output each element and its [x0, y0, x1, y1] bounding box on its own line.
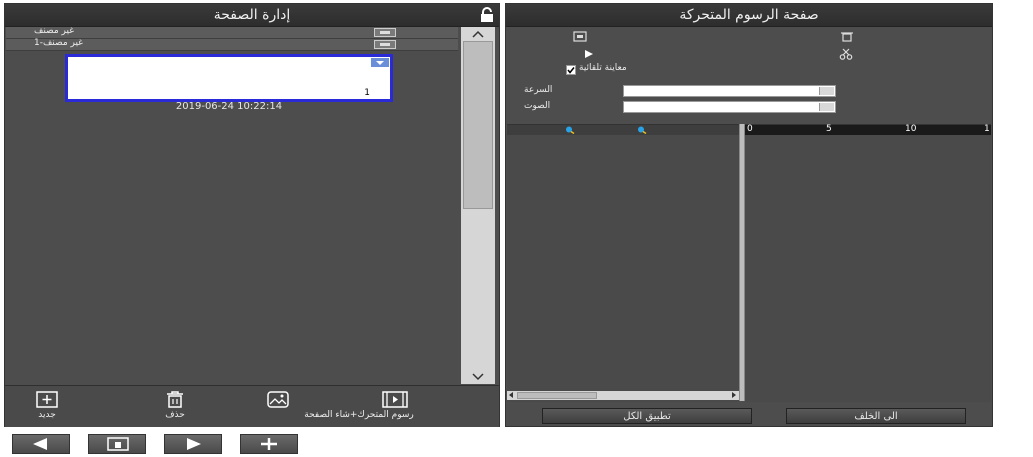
- page-thumbnail[interactable]: 1: [65, 54, 393, 102]
- scroll-down-icon[interactable]: [472, 373, 484, 381]
- apply-all-button[interactable]: تطبيق الكل: [542, 408, 752, 424]
- animation-list-pane: [507, 124, 739, 402]
- scroll-up-icon[interactable]: [472, 30, 484, 38]
- animation-panel: صفحة الرسوم المتحركة معاينة تلقائية السر…: [505, 3, 993, 427]
- right-arrow-icon: [187, 438, 201, 450]
- animation-panel-titlebar: صفحة الرسوم المتحركة: [506, 4, 992, 27]
- timeline-tick: 1: [984, 124, 990, 134]
- checkmark-icon: [567, 67, 575, 74]
- page-manager-toolbar: جديد حذف رسوم المتحرك+شاء الصفحة: [5, 385, 499, 427]
- left-arrow-icon: [33, 438, 47, 450]
- apply-all-label: تطبيق الكل: [623, 411, 671, 422]
- trash-icon[interactable]: [840, 31, 854, 42]
- previous-page-button[interactable]: [12, 434, 70, 454]
- scrollbar-thumb[interactable]: [463, 41, 493, 209]
- new-page-button[interactable]: جديد: [27, 388, 67, 424]
- plus-icon: [261, 438, 277, 450]
- delete-page-button[interactable]: حذف: [155, 388, 195, 424]
- page-icon: [107, 437, 129, 451]
- scrollbar-thumb[interactable]: [517, 392, 597, 399]
- animation-list-hscrollbar[interactable]: [507, 391, 739, 400]
- page-list: غير مصنف غير مصنف-1 1 2019-06-24 10:22:1…: [6, 26, 458, 382]
- group-row-uncategorized-1[interactable]: غير مصنف-1: [6, 38, 458, 51]
- timeline-tick: 0: [747, 124, 753, 134]
- zoom-out-icon[interactable]: [637, 126, 647, 134]
- move-back-button[interactable]: الى الخلف: [786, 408, 966, 424]
- sound-label: الصوت: [524, 101, 551, 111]
- filmstrip-icon: [382, 391, 408, 408]
- animation-panel-title: صفحة الرسوم المتحركة: [679, 7, 819, 23]
- timeline-tick: 10: [905, 124, 917, 134]
- page-list-scrollbar[interactable]: [461, 27, 495, 384]
- thumbnail-menu-button[interactable]: [371, 58, 389, 67]
- thumbnail-page-number: 1: [364, 88, 370, 98]
- chevron-down-icon: [819, 103, 834, 111]
- scroll-left-icon[interactable]: [509, 392, 513, 398]
- animation-page-button[interactable]: [375, 388, 415, 410]
- zoom-in-icon[interactable]: [565, 126, 575, 134]
- group-label: غير مصنف: [34, 26, 74, 36]
- lock-icon[interactable]: [479, 7, 495, 23]
- image-icon: [267, 391, 289, 408]
- sound-select[interactable]: [623, 101, 836, 113]
- page-number-button[interactable]: [88, 434, 146, 454]
- scroll-right-icon[interactable]: [732, 392, 736, 398]
- group-label: غير مصنف-1: [34, 38, 83, 48]
- timeline-ruler: 0 5 10 1: [745, 124, 991, 135]
- page-manager-title: إدارة الصفحة: [213, 7, 291, 23]
- auto-preview-label: معاينة تلقائية: [579, 63, 627, 73]
- scissors-icon[interactable]: [839, 48, 853, 60]
- play-icon[interactable]: [584, 49, 594, 59]
- page-manager-titlebar: إدارة الصفحة: [5, 4, 499, 27]
- thumbnail-timestamp: 2019-06-24 10:22:14: [175, 101, 283, 112]
- collapse-icon[interactable]: [374, 40, 396, 49]
- animation-page-label: رسوم المتحرك+شاء الصفحة: [304, 410, 414, 420]
- timeline-pane: 0 5 10 1: [745, 124, 991, 402]
- auto-preview-checkbox[interactable]: [566, 65, 576, 75]
- timeline-tick: 5: [826, 124, 832, 134]
- page-image-button[interactable]: [263, 388, 293, 410]
- new-page-icon: [36, 391, 58, 408]
- delete-page-label: حذف: [165, 410, 185, 420]
- new-page-label: جديد: [38, 410, 56, 420]
- speed-select[interactable]: [623, 85, 836, 97]
- screen-icon[interactable]: [573, 31, 587, 42]
- add-page-button[interactable]: [240, 434, 298, 454]
- chevron-down-icon: [819, 87, 834, 95]
- speed-label: السرعة: [524, 85, 553, 95]
- zoom-toolbar: [507, 125, 739, 135]
- move-back-label: الى الخلف: [854, 411, 898, 422]
- next-page-button[interactable]: [164, 434, 222, 454]
- chevron-down-icon: [376, 61, 384, 65]
- page-manager-panel: إدارة الصفحة غير مصنف غير مصنف-1 1 2019-…: [4, 3, 500, 427]
- collapse-icon[interactable]: [374, 28, 396, 37]
- trash-icon: [167, 391, 183, 408]
